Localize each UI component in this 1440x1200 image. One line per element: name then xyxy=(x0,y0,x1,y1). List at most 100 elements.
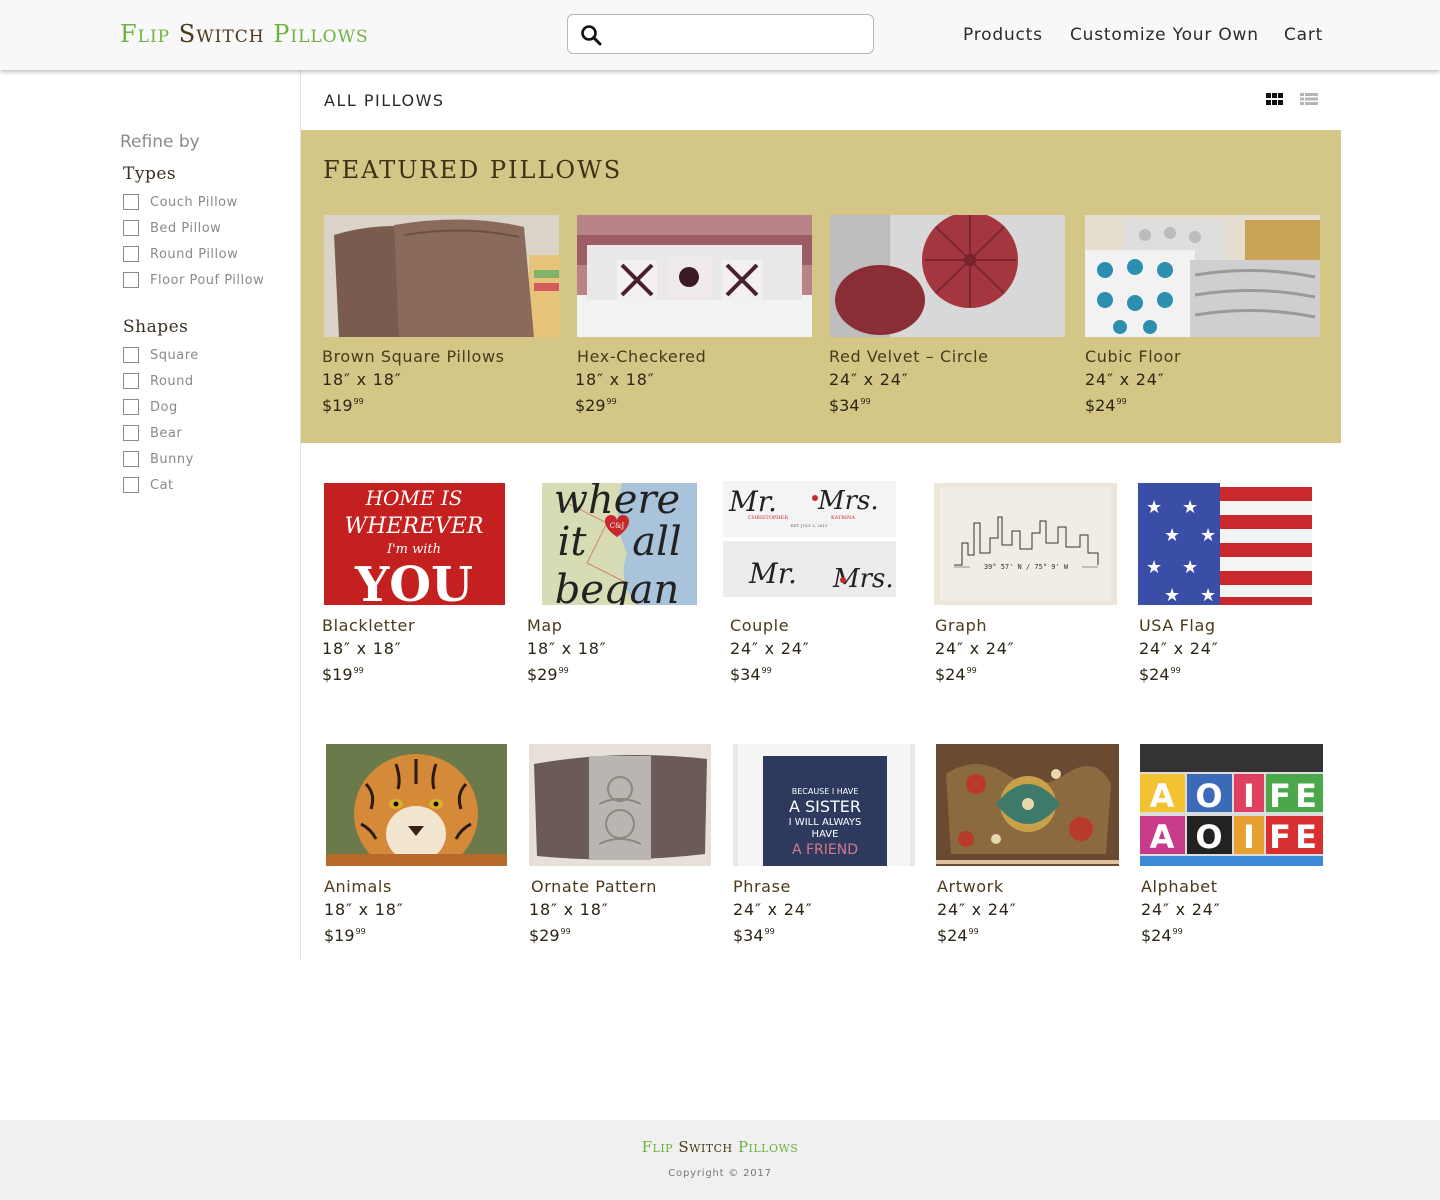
product-price: $3499 xyxy=(733,926,775,945)
product-size: 18″ x 18″ xyxy=(527,639,607,658)
filter-bear[interactable]: Bear xyxy=(123,424,182,442)
product-name[interactable]: Artwork xyxy=(937,877,1004,896)
svg-text:I'm with: I'm with xyxy=(386,542,441,557)
product-size: 18″ x 18″ xyxy=(322,639,402,658)
checkbox[interactable] xyxy=(123,194,139,210)
svg-text:Mrs.: Mrs. xyxy=(817,486,879,516)
search-icon[interactable] xyxy=(580,24,602,46)
page-title: ALL PILLOWS xyxy=(324,91,445,110)
nav-cart[interactable]: Cart xyxy=(1284,25,1323,45)
svg-text:O: O xyxy=(1195,818,1222,856)
refine-heading: Refine by xyxy=(120,132,200,152)
product-name[interactable]: Map xyxy=(527,616,563,635)
svg-text:A: A xyxy=(1150,818,1175,856)
filter-round-pillow[interactable]: Round Pillow xyxy=(123,245,238,263)
filter-bed-pillow[interactable]: Bed Pillow xyxy=(123,219,221,237)
product-price: $3499 xyxy=(730,665,772,684)
product-size: 24″ x 24″ xyxy=(829,370,909,389)
product-size: 18″ x 18″ xyxy=(324,900,404,919)
product-name[interactable]: Brown Square Pillows xyxy=(322,347,505,366)
site-logo[interactable]: Flip Switch Pillows xyxy=(120,20,369,48)
featured-title: FEATURED PILLOWS xyxy=(323,156,623,184)
svg-text:Mr.: Mr. xyxy=(728,485,777,518)
list-view-icon[interactable] xyxy=(1300,91,1318,109)
checkbox[interactable] xyxy=(123,373,139,389)
svg-text:O: O xyxy=(1195,777,1222,815)
filter-couch-pillow[interactable]: Couch Pillow xyxy=(123,193,238,211)
checkbox[interactable] xyxy=(123,246,139,262)
filter-square[interactable]: Square xyxy=(123,346,199,364)
product-name[interactable]: Alphabet xyxy=(1141,877,1218,896)
product-image[interactable]: 39° 57' N / 75° 9' W xyxy=(934,483,1117,605)
product-image[interactable] xyxy=(324,215,559,337)
product-price: $2999 xyxy=(527,665,569,684)
product-name[interactable]: Ornate Pattern xyxy=(531,877,657,896)
product-image[interactable]: where it all began C&J xyxy=(527,483,708,605)
product-size: 24″ x 24″ xyxy=(937,900,1017,919)
product-image[interactable] xyxy=(326,744,507,866)
nav-customize-your-own[interactable]: Customize Your Own xyxy=(1070,25,1259,45)
product-size: 24″ x 24″ xyxy=(935,639,1015,658)
product-image[interactable] xyxy=(529,744,711,866)
product-name[interactable]: Red Velvet – Circle xyxy=(829,347,989,366)
filter-round[interactable]: Round xyxy=(123,372,194,390)
site-footer: Flip Switch Pillows Copyright © 2017 xyxy=(0,1120,1440,1200)
svg-text:KATRINA: KATRINA xyxy=(831,515,855,521)
product-name[interactable]: Graph xyxy=(935,616,987,635)
product-image[interactable] xyxy=(577,215,812,337)
product-size: 24″ x 24″ xyxy=(730,639,810,658)
svg-text:E: E xyxy=(1295,818,1317,856)
product-price: $1999 xyxy=(322,396,364,415)
svg-text:EST. JULY 3, 2013: EST. JULY 3, 2013 xyxy=(791,523,828,528)
product-name[interactable]: Couple xyxy=(730,616,789,635)
svg-text:A: A xyxy=(1150,777,1175,815)
svg-text:F: F xyxy=(1269,818,1291,856)
filter-cat[interactable]: Cat xyxy=(123,476,174,494)
search-box[interactable] xyxy=(567,14,874,54)
filter-floor-pouf-pillow[interactable]: Floor Pouf Pillow xyxy=(123,271,264,289)
filter-dog[interactable]: Dog xyxy=(123,398,178,416)
product-image[interactable]: ★ ★ ★ ★ ★ ★ ★ ★ xyxy=(1138,483,1312,605)
checkbox[interactable] xyxy=(123,425,139,441)
grid-view-icon[interactable] xyxy=(1266,91,1284,109)
filter-bunny[interactable]: Bunny xyxy=(123,450,194,468)
svg-text:HOME IS: HOME IS xyxy=(365,486,463,510)
product-price: $3499 xyxy=(829,396,871,415)
footer-logo[interactable]: Flip Switch Pillows xyxy=(0,1138,1440,1156)
product-image[interactable] xyxy=(830,215,1065,337)
svg-text:A SISTER: A SISTER xyxy=(789,797,861,816)
checkbox[interactable] xyxy=(123,272,139,288)
svg-text:Mr.: Mr. xyxy=(748,557,797,590)
product-name[interactable]: Hex-Checkered xyxy=(577,347,706,366)
svg-text:WHEREVER: WHEREVER xyxy=(345,514,484,539)
product-name[interactable]: Blackletter xyxy=(322,616,415,635)
product-price: $2499 xyxy=(1141,926,1183,945)
svg-text:HAVE: HAVE xyxy=(812,829,839,840)
product-size: 24″ x 24″ xyxy=(1141,900,1221,919)
checkbox[interactable] xyxy=(123,477,139,493)
checkbox[interactable] xyxy=(123,451,139,467)
product-image[interactable]: HOME IS WHEREVER I'm with YOU xyxy=(324,483,505,605)
checkbox[interactable] xyxy=(123,399,139,415)
product-image[interactable] xyxy=(1085,215,1320,337)
svg-text:all: all xyxy=(632,519,681,565)
nav-products[interactable]: Products xyxy=(963,25,1043,45)
product-name[interactable]: Cubic Floor xyxy=(1085,347,1181,366)
product-name[interactable]: Phrase xyxy=(733,877,791,896)
product-name[interactable]: Animals xyxy=(324,877,392,896)
svg-text:E: E xyxy=(1295,777,1317,815)
product-name[interactable]: USA Flag xyxy=(1139,616,1216,635)
site-header: Flip Switch Pillows Products Customize Y… xyxy=(0,0,1440,70)
product-image[interactable] xyxy=(936,744,1119,866)
svg-text:39° 57' N / 75° 9' W: 39° 57' N / 75° 9' W xyxy=(984,563,1069,571)
copyright-text: Copyright © 2017 xyxy=(668,1168,772,1179)
product-image[interactable]: Mr. Mrs. CHRISTOPHER KATRINA EST. JULY 3… xyxy=(723,481,896,597)
product-image[interactable]: BECAUSE I HAVE A SISTER I WILL ALWAYS HA… xyxy=(733,744,915,866)
product-size: 18″ x 18″ xyxy=(575,370,655,389)
checkbox[interactable] xyxy=(123,220,139,236)
search-input[interactable] xyxy=(612,21,862,49)
product-image[interactable]: A O I F E A O I F E xyxy=(1140,744,1323,866)
svg-text:CHRISTOPHER: CHRISTOPHER xyxy=(748,515,788,521)
svg-text:I: I xyxy=(1243,777,1255,815)
checkbox[interactable] xyxy=(123,347,139,363)
